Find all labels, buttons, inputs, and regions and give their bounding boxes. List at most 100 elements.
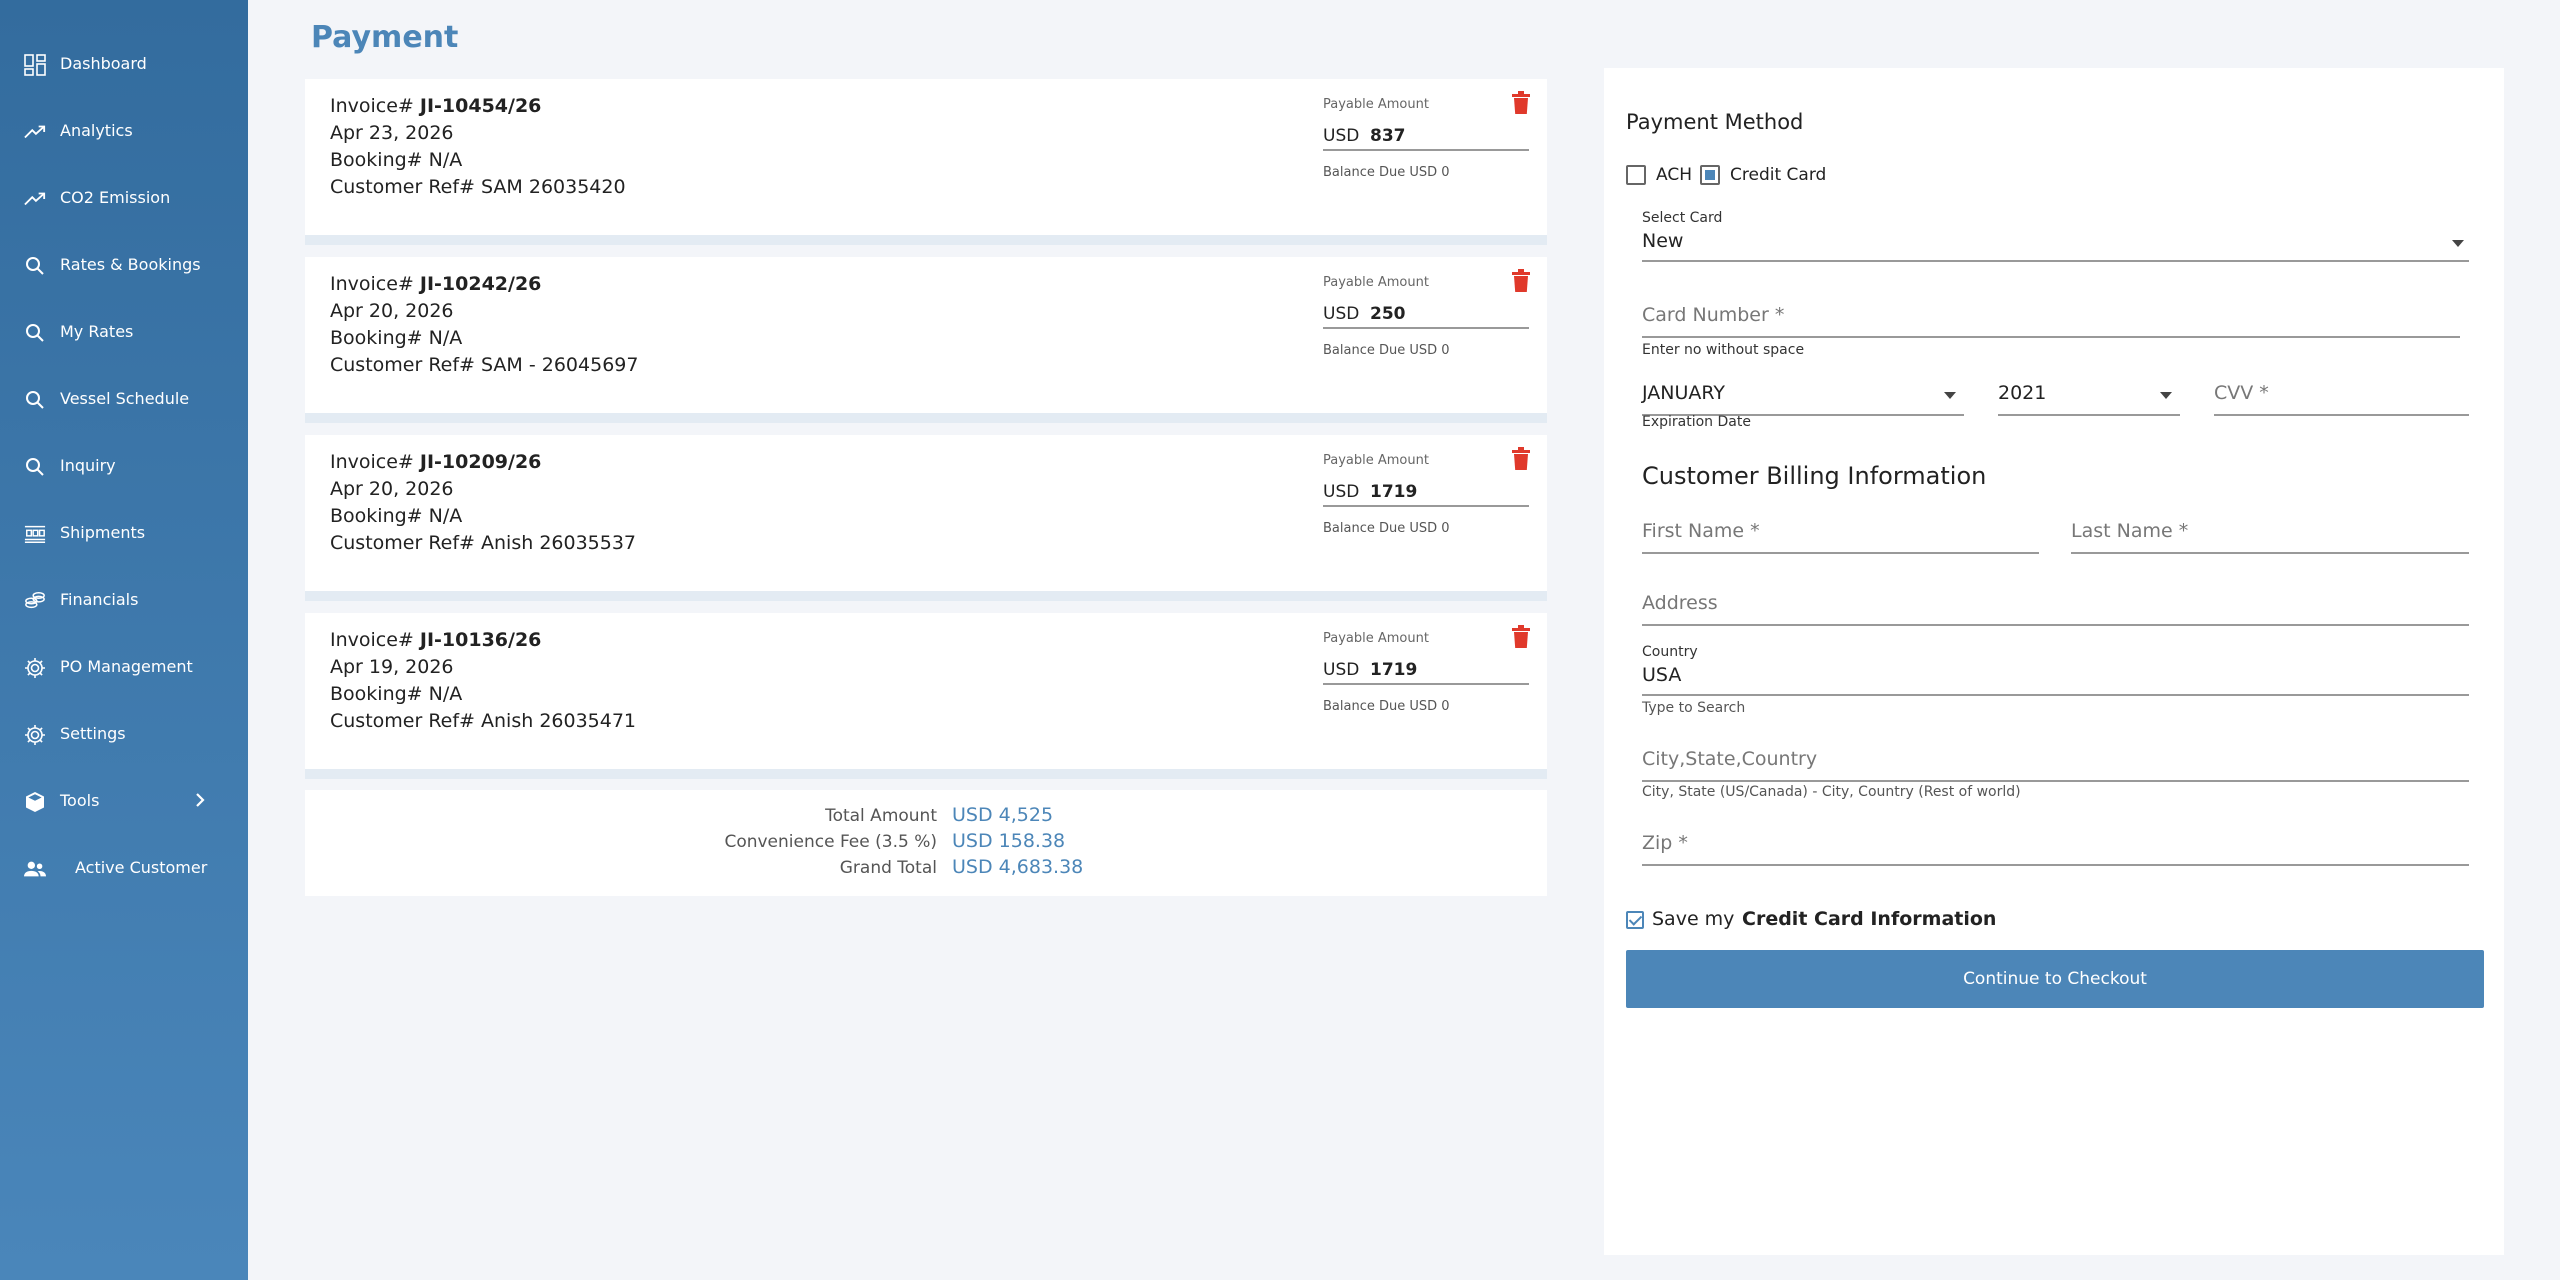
invoice-date: Apr 23, 2026 bbox=[330, 122, 454, 144]
invoice-details: Invoice# JI-10136/26 Apr 19, 2026 Bookin… bbox=[330, 627, 636, 735]
chevron-down-icon bbox=[2160, 392, 2172, 399]
page-title: Payment bbox=[311, 20, 459, 55]
delete-icon[interactable] bbox=[1511, 625, 1531, 649]
payable-amount-field[interactable]: USD 837 bbox=[1323, 121, 1529, 151]
sidebar-item-analytics[interactable]: Analytics bbox=[0, 109, 248, 153]
financials-icon bbox=[24, 590, 46, 612]
cvv-input[interactable]: CVV * bbox=[2214, 380, 2469, 416]
payable-amount-field[interactable]: USD 250 bbox=[1323, 299, 1529, 329]
sidebar-item-my-rates[interactable]: My Rates bbox=[0, 310, 248, 354]
sidebar-item-tools[interactable]: Tools bbox=[0, 779, 248, 823]
search-icon bbox=[24, 255, 46, 277]
last-name-placeholder: Last Name * bbox=[2071, 520, 2189, 542]
sidebar-item-label: Financials bbox=[60, 590, 139, 609]
zip-input[interactable]: Zip * bbox=[1642, 832, 2469, 866]
last-name-input[interactable]: Last Name * bbox=[2071, 520, 2469, 554]
field-underline bbox=[1642, 694, 2469, 696]
continue-to-checkout-button[interactable]: Continue to Checkout bbox=[1626, 950, 2484, 1008]
ach-checkbox[interactable] bbox=[1626, 165, 1646, 185]
billing-section-title: Customer Billing Information bbox=[1642, 462, 1987, 490]
invoice-card: Invoice# JI-10242/26 Apr 20, 2026 Bookin… bbox=[305, 257, 1547, 423]
invoice-date: Apr 20, 2026 bbox=[330, 478, 454, 500]
invoice-card: Invoice# JI-10209/26 Apr 20, 2026 Bookin… bbox=[305, 435, 1547, 601]
invoice-card: Invoice# JI-10136/26 Apr 19, 2026 Bookin… bbox=[305, 613, 1547, 779]
sidebar-item-active-customer[interactable]: Active Customer bbox=[0, 846, 248, 890]
country-helper: Type to Search bbox=[1642, 700, 1746, 716]
field-underline bbox=[1642, 864, 2469, 866]
card-number-input[interactable]: Card Number * bbox=[1642, 304, 2460, 338]
chevron-down-icon bbox=[1944, 392, 1956, 399]
invoice-number: JI-10454/26 bbox=[419, 95, 542, 117]
sidebar-item-label: CO2 Emission bbox=[60, 188, 171, 207]
delete-icon[interactable] bbox=[1511, 91, 1531, 115]
balance-due: Balance Due USD 0 bbox=[1323, 343, 1450, 358]
invoice-details: Invoice# JI-10454/26 Apr 23, 2026 Bookin… bbox=[330, 93, 626, 201]
booking-number: Booking# N/A bbox=[330, 149, 463, 171]
expiration-year-select[interactable]: 2021 bbox=[1998, 380, 2180, 416]
convenience-fee-row: Convenience Fee (3.5 %) USD 158.38 bbox=[305, 828, 1547, 854]
sidebar-item-po-management[interactable]: PO Management bbox=[0, 645, 248, 689]
payable-amount-label: Payable Amount bbox=[1323, 275, 1429, 290]
search-icon bbox=[24, 456, 46, 478]
invoice-card: Invoice# JI-10454/26 Apr 23, 2026 Bookin… bbox=[305, 79, 1547, 245]
total-amount-label: Total Amount bbox=[825, 806, 937, 826]
expiration-month-select[interactable]: JANUARY bbox=[1642, 380, 1964, 416]
save-card-bold-text: Credit Card Information bbox=[1742, 908, 1997, 930]
first-name-input[interactable]: First Name * bbox=[1642, 520, 2039, 554]
field-underline bbox=[2071, 552, 2469, 554]
city-placeholder: City,State,Country bbox=[1642, 748, 1818, 770]
first-name-placeholder: First Name * bbox=[1642, 520, 1760, 542]
address-placeholder: Address bbox=[1642, 592, 1718, 614]
sidebar-item-label: Dashboard bbox=[60, 54, 147, 73]
zip-placeholder: Zip * bbox=[1642, 832, 1688, 854]
shipments-icon bbox=[24, 523, 46, 545]
sidebar-item-label: PO Management bbox=[60, 657, 193, 676]
gear-icon bbox=[24, 724, 46, 746]
field-underline bbox=[2214, 414, 2469, 416]
sidebar-item-rates-bookings[interactable]: Rates & Bookings bbox=[0, 243, 248, 287]
ach-label: ACH bbox=[1656, 165, 1692, 185]
sidebar-item-inquiry[interactable]: Inquiry bbox=[0, 444, 248, 488]
delete-icon[interactable] bbox=[1511, 269, 1531, 293]
total-amount-row: Total Amount USD 4,525 bbox=[305, 802, 1547, 828]
city-state-country-input[interactable]: City,State,Country bbox=[1642, 748, 2469, 782]
country-input[interactable]: Country USA bbox=[1642, 644, 2469, 696]
city-helper: City, State (US/Canada) - City, Country … bbox=[1642, 784, 2021, 800]
sidebar-item-shipments[interactable]: Shipments bbox=[0, 511, 248, 555]
invoice-prefix: Invoice# bbox=[330, 273, 420, 295]
sidebar-item-vessel-schedule[interactable]: Vessel Schedule bbox=[0, 377, 248, 421]
sidebar-item-co2-emission[interactable]: CO2 Emission bbox=[0, 176, 248, 220]
sidebar-item-settings[interactable]: Settings bbox=[0, 712, 248, 756]
delete-icon[interactable] bbox=[1511, 447, 1531, 471]
field-underline bbox=[1642, 552, 2039, 554]
payable-amount-field[interactable]: USD 1719 bbox=[1323, 477, 1529, 507]
payable-amount-label: Payable Amount bbox=[1323, 453, 1429, 468]
credit-card-checkbox[interactable] bbox=[1700, 165, 1720, 185]
select-card-value: New bbox=[1642, 230, 1684, 252]
expiration-year-value: 2021 bbox=[1998, 382, 2047, 404]
select-card-dropdown[interactable]: Select Card New bbox=[1642, 210, 2469, 262]
invoice-details: Invoice# JI-10242/26 Apr 20, 2026 Bookin… bbox=[330, 271, 638, 379]
convenience-fee-label: Convenience Fee (3.5 %) bbox=[724, 832, 937, 852]
currency: USD bbox=[1323, 482, 1360, 502]
cvv-placeholder: CVV * bbox=[2214, 382, 2269, 404]
payment-panel: Payment Method ACH Credit Card Select Ca… bbox=[1604, 68, 2504, 1255]
payable-amount-value: 1719 bbox=[1370, 660, 1418, 680]
address-input[interactable]: Address bbox=[1642, 592, 2469, 626]
booking-number: Booking# N/A bbox=[330, 327, 463, 349]
search-icon bbox=[24, 322, 46, 344]
sidebar-item-dashboard[interactable]: Dashboard bbox=[0, 42, 248, 86]
total-amount-value: USD 4,525 bbox=[952, 804, 1054, 826]
payable-amount-field[interactable]: USD 1719 bbox=[1323, 655, 1529, 685]
trend-icon bbox=[24, 121, 46, 143]
search-icon bbox=[24, 389, 46, 411]
sidebar-item-financials[interactable]: Financials bbox=[0, 578, 248, 622]
card-number-placeholder: Card Number * bbox=[1642, 304, 1785, 326]
grand-total-label: Grand Total bbox=[839, 858, 937, 878]
balance-due: Balance Due USD 0 bbox=[1323, 699, 1450, 714]
grand-total-value: USD 4,683.38 bbox=[952, 856, 1084, 878]
select-card-label: Select Card bbox=[1642, 210, 1723, 226]
chevron-right-icon[interactable] bbox=[194, 791, 206, 813]
save-card-checkbox[interactable] bbox=[1626, 911, 1644, 929]
field-underline bbox=[1642, 780, 2469, 782]
